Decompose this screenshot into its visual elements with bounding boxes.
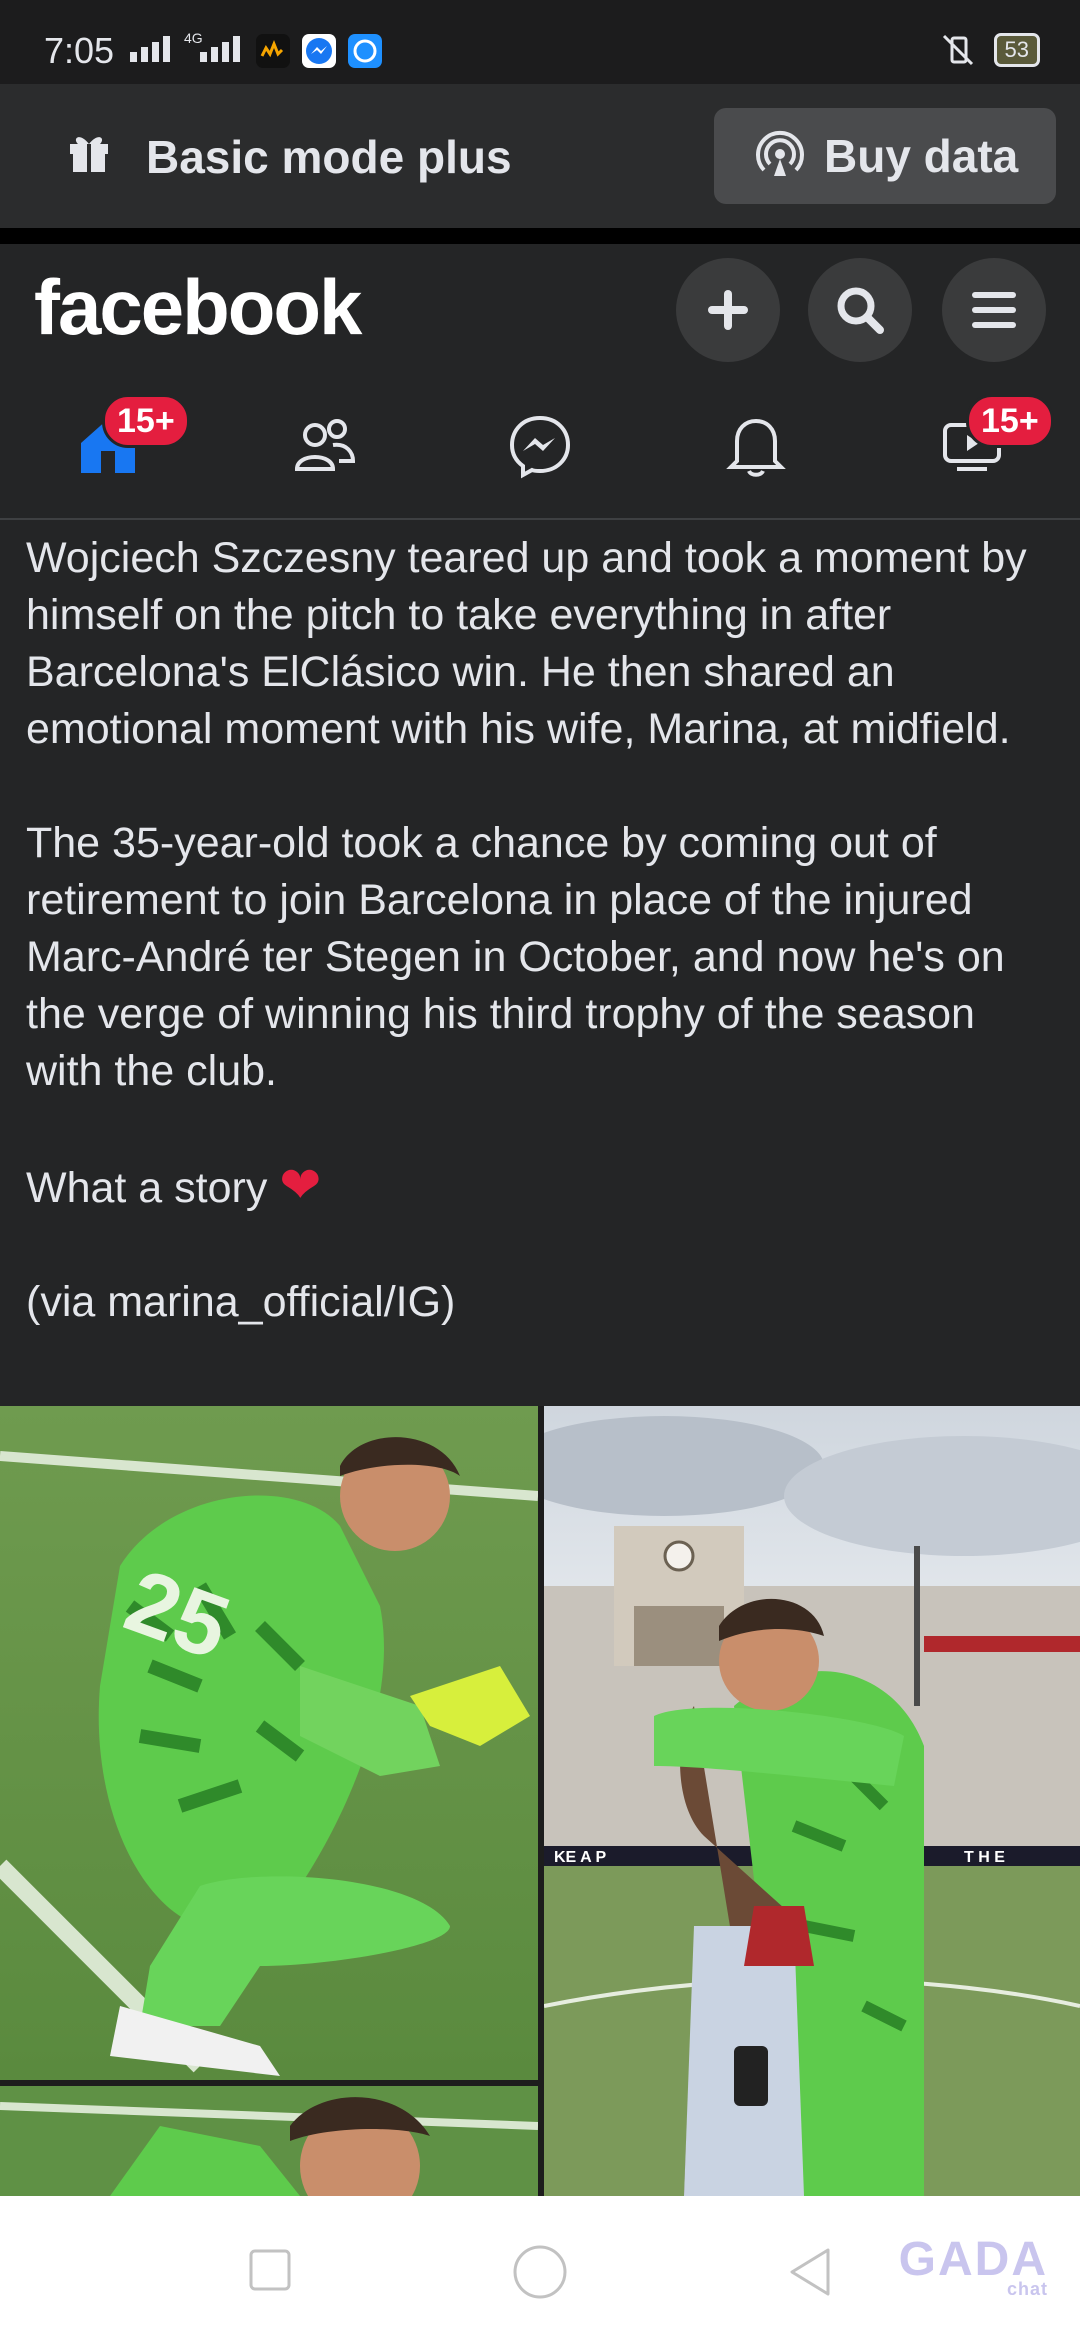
- basic-mode-banner: Basic mode plus Buy data: [0, 84, 1080, 228]
- photo-goalkeeper-crouching[interactable]: 25: [0, 1406, 538, 2080]
- create-button[interactable]: [676, 258, 780, 362]
- watermark-logo: GADA chat: [899, 2232, 1048, 2300]
- messenger-icon: [509, 415, 571, 479]
- tab-bar: 15+ 15+: [0, 374, 1080, 520]
- post-photo-grid[interactable]: 25 KE A P T H E: [0, 1406, 1080, 2196]
- post-paragraph: The 35-year-old took a chance by coming …: [26, 819, 1005, 1095]
- search-button[interactable]: [808, 258, 912, 362]
- android-navigation-bar: GADA chat: [0, 2196, 1080, 2340]
- home-button-icon[interactable]: [512, 2244, 568, 2300]
- video-badge: 15+: [966, 394, 1054, 448]
- tab-video[interactable]: 15+: [864, 374, 1080, 518]
- bell-icon: [726, 418, 786, 477]
- post-paragraph-text: What a story: [26, 1164, 268, 1212]
- post-credit: (via marina_official/IG): [26, 1278, 456, 1326]
- signal-icon-2: [200, 36, 240, 62]
- stadium-banner-right: T H E: [964, 1849, 1005, 1866]
- buy-data-button[interactable]: Buy data: [714, 108, 1056, 204]
- tab-friends[interactable]: [216, 374, 432, 518]
- post-body: Wojciech Szczesny teared up and took a m…: [26, 530, 1056, 1388]
- tab-notifications[interactable]: [648, 374, 864, 518]
- facebook-header: facebook: [0, 244, 1080, 374]
- buy-data-label: Buy data: [824, 130, 1019, 182]
- signal-icon: [130, 36, 170, 62]
- menu-icon: [972, 292, 1016, 328]
- broadcast-icon: [756, 130, 804, 176]
- tab-home[interactable]: 15+: [0, 374, 216, 518]
- menu-button[interactable]: [942, 258, 1046, 362]
- back-icon[interactable]: [786, 2246, 834, 2298]
- messenger-app-icon: [302, 34, 336, 68]
- recent-apps-icon[interactable]: [248, 2248, 292, 2292]
- photo-embrace-at-midfield[interactable]: KE A P T H E: [544, 1406, 1080, 2196]
- plus-icon: [708, 290, 748, 330]
- search-icon: [837, 287, 884, 334]
- post-paragraph: Wojciech Szczesny teared up and took a m…: [26, 534, 1027, 753]
- post-paragraph: What a story ❤: [26, 1157, 1056, 1217]
- audiomack-icon: [256, 34, 290, 68]
- tab-messenger[interactable]: [432, 374, 648, 518]
- status-right: 53: [938, 30, 1040, 70]
- divider: [0, 228, 1080, 244]
- facebook-logo[interactable]: facebook: [34, 262, 362, 353]
- battery-icon: 53: [993, 33, 1040, 67]
- basic-mode-label: Basic mode plus: [146, 131, 512, 183]
- app-icon: [348, 34, 382, 68]
- status-time: 7:05: [44, 30, 115, 71]
- photo-goalkeeper-closeup[interactable]: [0, 2086, 538, 2196]
- vibrate-icon: [942, 34, 973, 66]
- gift-icon: [70, 137, 108, 172]
- stadium-banner-left: KE A P: [554, 1849, 606, 1866]
- friends-icon: [294, 419, 356, 471]
- home-badge: 15+: [102, 394, 190, 448]
- status-bar: 7:05 4G 53: [0, 0, 1080, 84]
- notification-icons: [256, 34, 382, 68]
- heart-emoji-icon: ❤: [279, 1157, 322, 1213]
